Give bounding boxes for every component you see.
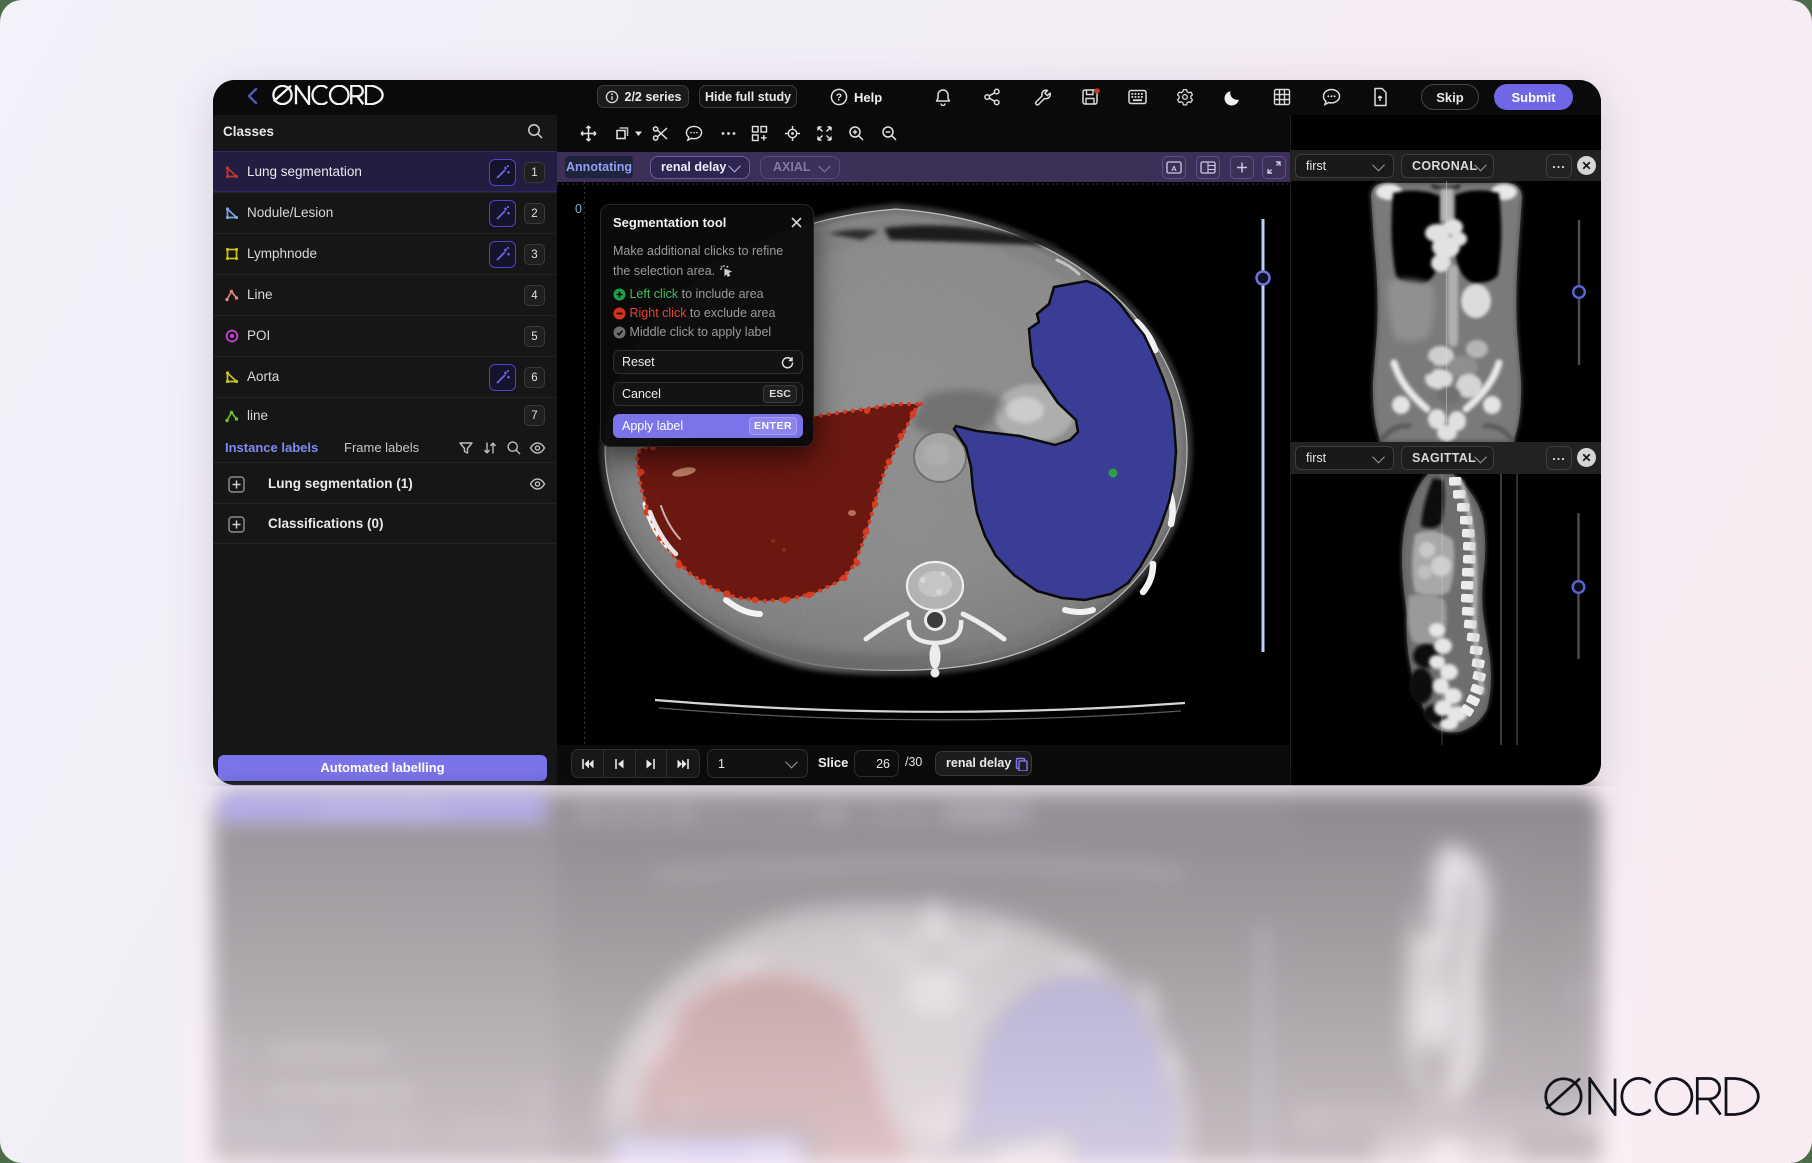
svg-text:0: 0 — [575, 202, 582, 216]
svg-text:?: ? — [836, 92, 842, 104]
svg-text:A: A — [1171, 163, 1177, 172]
